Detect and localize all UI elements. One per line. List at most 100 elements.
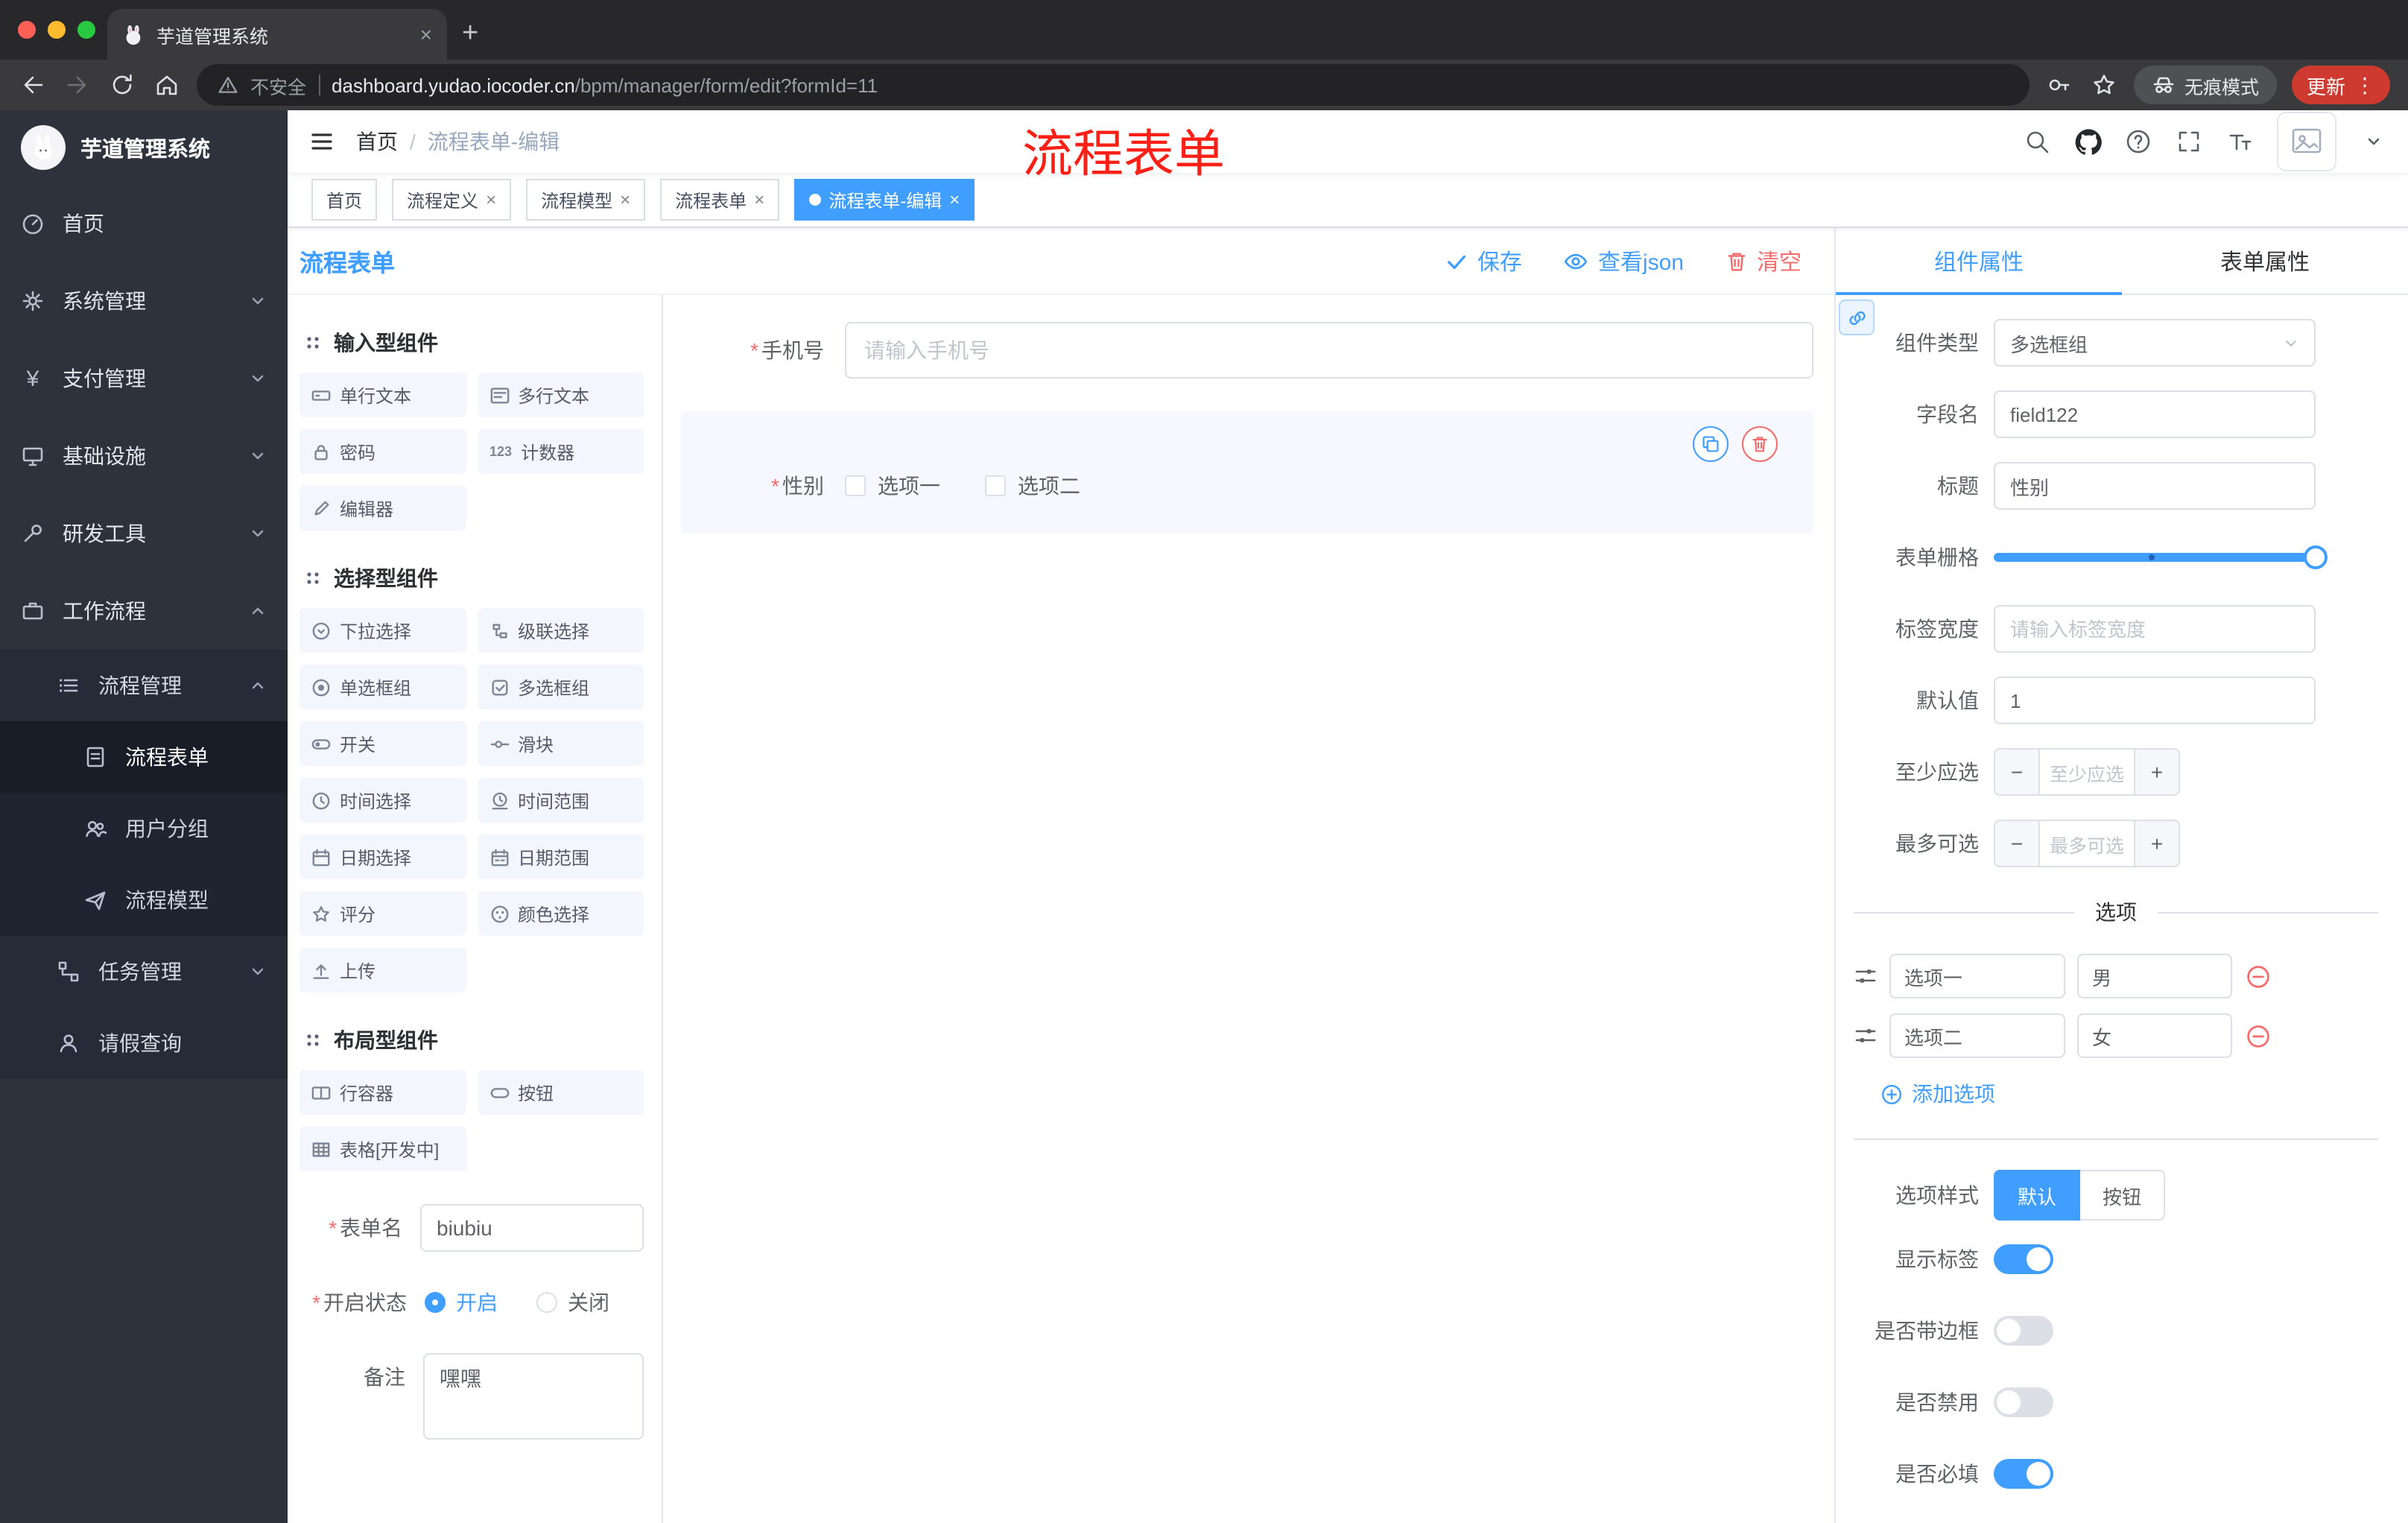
- slider-track[interactable]: [1994, 545, 2328, 569]
- tag-process-definition[interactable]: 流程定义 ×: [392, 179, 512, 221]
- minus-icon[interactable]: −: [1995, 750, 2040, 794]
- sidebar-item-user-group[interactable]: 用户分组: [0, 793, 288, 864]
- user-menu-caret-icon[interactable]: [2360, 128, 2387, 155]
- add-option-button[interactable]: 添加选项: [1881, 1079, 2378, 1109]
- tag-home[interactable]: 首页: [311, 179, 378, 221]
- close-icon[interactable]: ×: [949, 189, 960, 210]
- sidebar-item-infra[interactable]: 基础设施: [0, 417, 288, 495]
- min-select-value[interactable]: 至少应选: [2040, 750, 2134, 794]
- palette-item-date-range[interactable]: 日期范围: [478, 835, 644, 879]
- drag-handle-icon[interactable]: [1854, 964, 1878, 988]
- forward-icon[interactable]: [63, 70, 92, 100]
- close-icon[interactable]: ×: [620, 189, 630, 210]
- home-icon[interactable]: [152, 70, 182, 100]
- palette-item-table[interactable]: 表格[开发中]: [300, 1127, 466, 1171]
- address-bar[interactable]: 不安全 dashboard.yudao.iocoder.cn/bpm/manag…: [197, 64, 2030, 106]
- palette-item-color-picker[interactable]: 颜色选择: [478, 891, 644, 936]
- show-label-switch[interactable]: [1994, 1244, 2053, 1274]
- palette-item-password[interactable]: 密码: [300, 429, 466, 474]
- gender-field-block-selected[interactable]: * 性别 选项一 选项二: [681, 411, 1813, 533]
- back-icon[interactable]: [18, 70, 48, 100]
- palette-item-time-range[interactable]: 时间范围: [478, 778, 644, 823]
- palette-item-button[interactable]: 按钮: [478, 1070, 644, 1115]
- palette-item-date-picker[interactable]: 日期选择: [300, 835, 466, 879]
- remove-option-icon[interactable]: [2244, 1022, 2271, 1049]
- remove-option-icon[interactable]: [2244, 963, 2271, 990]
- browser-update-button[interactable]: 更新 ⋮: [2291, 66, 2390, 104]
- minus-icon[interactable]: −: [1995, 821, 2040, 866]
- close-icon[interactable]: ×: [486, 189, 496, 210]
- style-button-button[interactable]: 按钮: [2080, 1170, 2166, 1220]
- help-icon[interactable]: [2125, 128, 2152, 155]
- default-value-input[interactable]: [1994, 677, 2316, 724]
- plus-icon[interactable]: +: [2134, 821, 2179, 866]
- required-switch[interactable]: [1994, 1459, 2053, 1489]
- bookmark-star-icon[interactable]: [2089, 70, 2119, 100]
- sidebar-item-workflow[interactable]: 工作流程: [0, 572, 288, 650]
- option-value-input[interactable]: [2077, 954, 2232, 998]
- tag-process-model[interactable]: 流程模型 ×: [526, 179, 646, 221]
- sidebar-item-payment[interactable]: ¥ 支付管理: [0, 340, 288, 417]
- option-value-input[interactable]: [2077, 1013, 2232, 1058]
- sidebar-item-system[interactable]: 系统管理: [0, 262, 288, 340]
- form-name-input[interactable]: [420, 1204, 644, 1252]
- palette-item-row-container[interactable]: 行容器: [300, 1070, 466, 1115]
- slider-handle[interactable]: [2304, 545, 2328, 569]
- disabled-switch[interactable]: [1994, 1387, 2053, 1417]
- sidebar-item-process-form[interactable]: 流程表单: [0, 721, 288, 793]
- search-icon[interactable]: [2024, 128, 2050, 155]
- sidebar-item-process-management[interactable]: 流程管理: [0, 650, 288, 721]
- grid-slider[interactable]: [1994, 533, 2328, 581]
- title-input[interactable]: [1994, 462, 2316, 510]
- security-label[interactable]: 不安全: [250, 71, 306, 99]
- radio-open[interactable]: 开启: [425, 1288, 498, 1317]
- palette-item-upload[interactable]: 上传: [300, 948, 466, 992]
- window-close-button[interactable]: [18, 21, 36, 39]
- tab-form-props[interactable]: 表单属性: [2122, 228, 2408, 294]
- font-size-icon[interactable]: [2226, 128, 2253, 155]
- copy-component-button[interactable]: [1693, 426, 1729, 462]
- palette-item-textarea[interactable]: 多行文本: [478, 373, 644, 417]
- delete-component-button[interactable]: [1742, 426, 1778, 462]
- new-tab-button[interactable]: +: [462, 18, 478, 51]
- github-icon[interactable]: [2074, 128, 2102, 155]
- field-name-input[interactable]: [1994, 390, 2316, 438]
- checkbox-option-2[interactable]: 选项二: [985, 471, 1080, 501]
- palette-item-editor[interactable]: 编辑器: [300, 486, 466, 531]
- palette-item-time-picker[interactable]: 时间选择: [300, 778, 466, 823]
- style-default-button[interactable]: 默认: [1994, 1170, 2081, 1220]
- close-icon[interactable]: ×: [754, 189, 764, 210]
- sidebar-item-devtools[interactable]: 研发工具: [0, 495, 288, 572]
- palette-item-checkbox-group[interactable]: 多选框组: [478, 665, 644, 709]
- radio-closed[interactable]: 关闭: [536, 1288, 609, 1317]
- checkbox-option-1[interactable]: 选项一: [845, 471, 940, 501]
- sidebar-item-leave-query[interactable]: 请假查询: [0, 1007, 288, 1079]
- form-remark-textarea[interactable]: 嘿嘿: [422, 1353, 644, 1440]
- sidebar-item-home[interactable]: 首页: [0, 185, 288, 262]
- palette-item-counter[interactable]: 123 计数器: [478, 429, 644, 474]
- browser-menu-icon[interactable]: ⋮: [2354, 72, 2375, 98]
- option-label-input[interactable]: [1889, 954, 2065, 998]
- sidebar-item-task-management[interactable]: 任务管理: [0, 936, 288, 1007]
- drag-handle-icon[interactable]: [1854, 1024, 1878, 1048]
- palette-item-radio-group[interactable]: 单选框组: [300, 665, 466, 709]
- window-minimize-button[interactable]: [48, 21, 66, 39]
- palette-item-rate[interactable]: 评分: [300, 891, 466, 936]
- sidebar-toggle-icon[interactable]: [308, 128, 335, 155]
- phone-input[interactable]: [845, 322, 1813, 379]
- password-key-icon[interactable]: [2044, 70, 2074, 100]
- palette-item-single-text[interactable]: 单行文本: [300, 373, 466, 417]
- tag-process-form-edit[interactable]: 流程表单-编辑 ×: [794, 179, 975, 221]
- fullscreen-icon[interactable]: [2176, 128, 2202, 155]
- sidebar-logo[interactable]: 芋道管理系统: [0, 110, 288, 185]
- palette-item-select[interactable]: 下拉选择: [300, 608, 466, 653]
- breadcrumb-home[interactable]: 首页: [356, 127, 398, 156]
- palette-item-cascader[interactable]: 级联选择: [478, 608, 644, 653]
- view-json-button[interactable]: 查看json: [1564, 245, 1684, 276]
- tab-component-props[interactable]: 组件属性: [1836, 228, 2122, 295]
- border-switch[interactable]: [1994, 1316, 2053, 1346]
- tab-close-icon[interactable]: ×: [420, 24, 432, 45]
- save-button[interactable]: 保存: [1446, 245, 1522, 276]
- link-icon[interactable]: [1839, 300, 1875, 335]
- clear-button[interactable]: 清空: [1726, 245, 1802, 276]
